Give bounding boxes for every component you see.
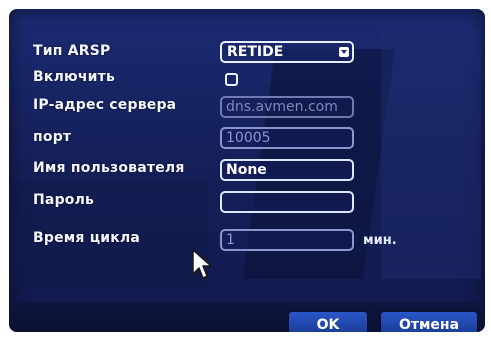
password-label: Пароль bbox=[33, 192, 95, 208]
arsp-settings-panel: Тип ARSP RETIDE Включить IP-адрес сервер… bbox=[9, 9, 485, 332]
enable-label: Включить bbox=[33, 69, 116, 85]
server-address-field[interactable]: dns.avmen.com bbox=[220, 96, 354, 118]
cancel-button[interactable]: Отмена bbox=[381, 312, 477, 332]
ok-button[interactable]: OK bbox=[289, 312, 367, 332]
cycle-time-field[interactable]: 1 bbox=[220, 229, 354, 251]
dropdown-arrow-icon[interactable] bbox=[339, 47, 349, 57]
username-label: Имя пользователя bbox=[33, 160, 185, 176]
arsp-type-select[interactable]: RETIDE bbox=[220, 41, 354, 63]
password-field[interactable] bbox=[220, 191, 354, 213]
username-field[interactable]: None bbox=[220, 159, 354, 181]
port-field[interactable]: 10005 bbox=[220, 127, 354, 149]
screen: Тип ARSP RETIDE Включить IP-адрес сервер… bbox=[0, 0, 491, 342]
enable-checkbox[interactable] bbox=[225, 73, 238, 86]
port-label: порт bbox=[33, 129, 72, 145]
arsp-type-label: Тип ARSP bbox=[33, 43, 111, 59]
mouse-pointer-icon bbox=[191, 248, 215, 284]
cycle-time-unit: мин. bbox=[363, 233, 397, 248]
arsp-type-value: RETIDE bbox=[227, 44, 284, 60]
cycle-time-label: Время цикла bbox=[33, 230, 141, 246]
server-address-label: IP-адрес сервера bbox=[33, 97, 177, 113]
